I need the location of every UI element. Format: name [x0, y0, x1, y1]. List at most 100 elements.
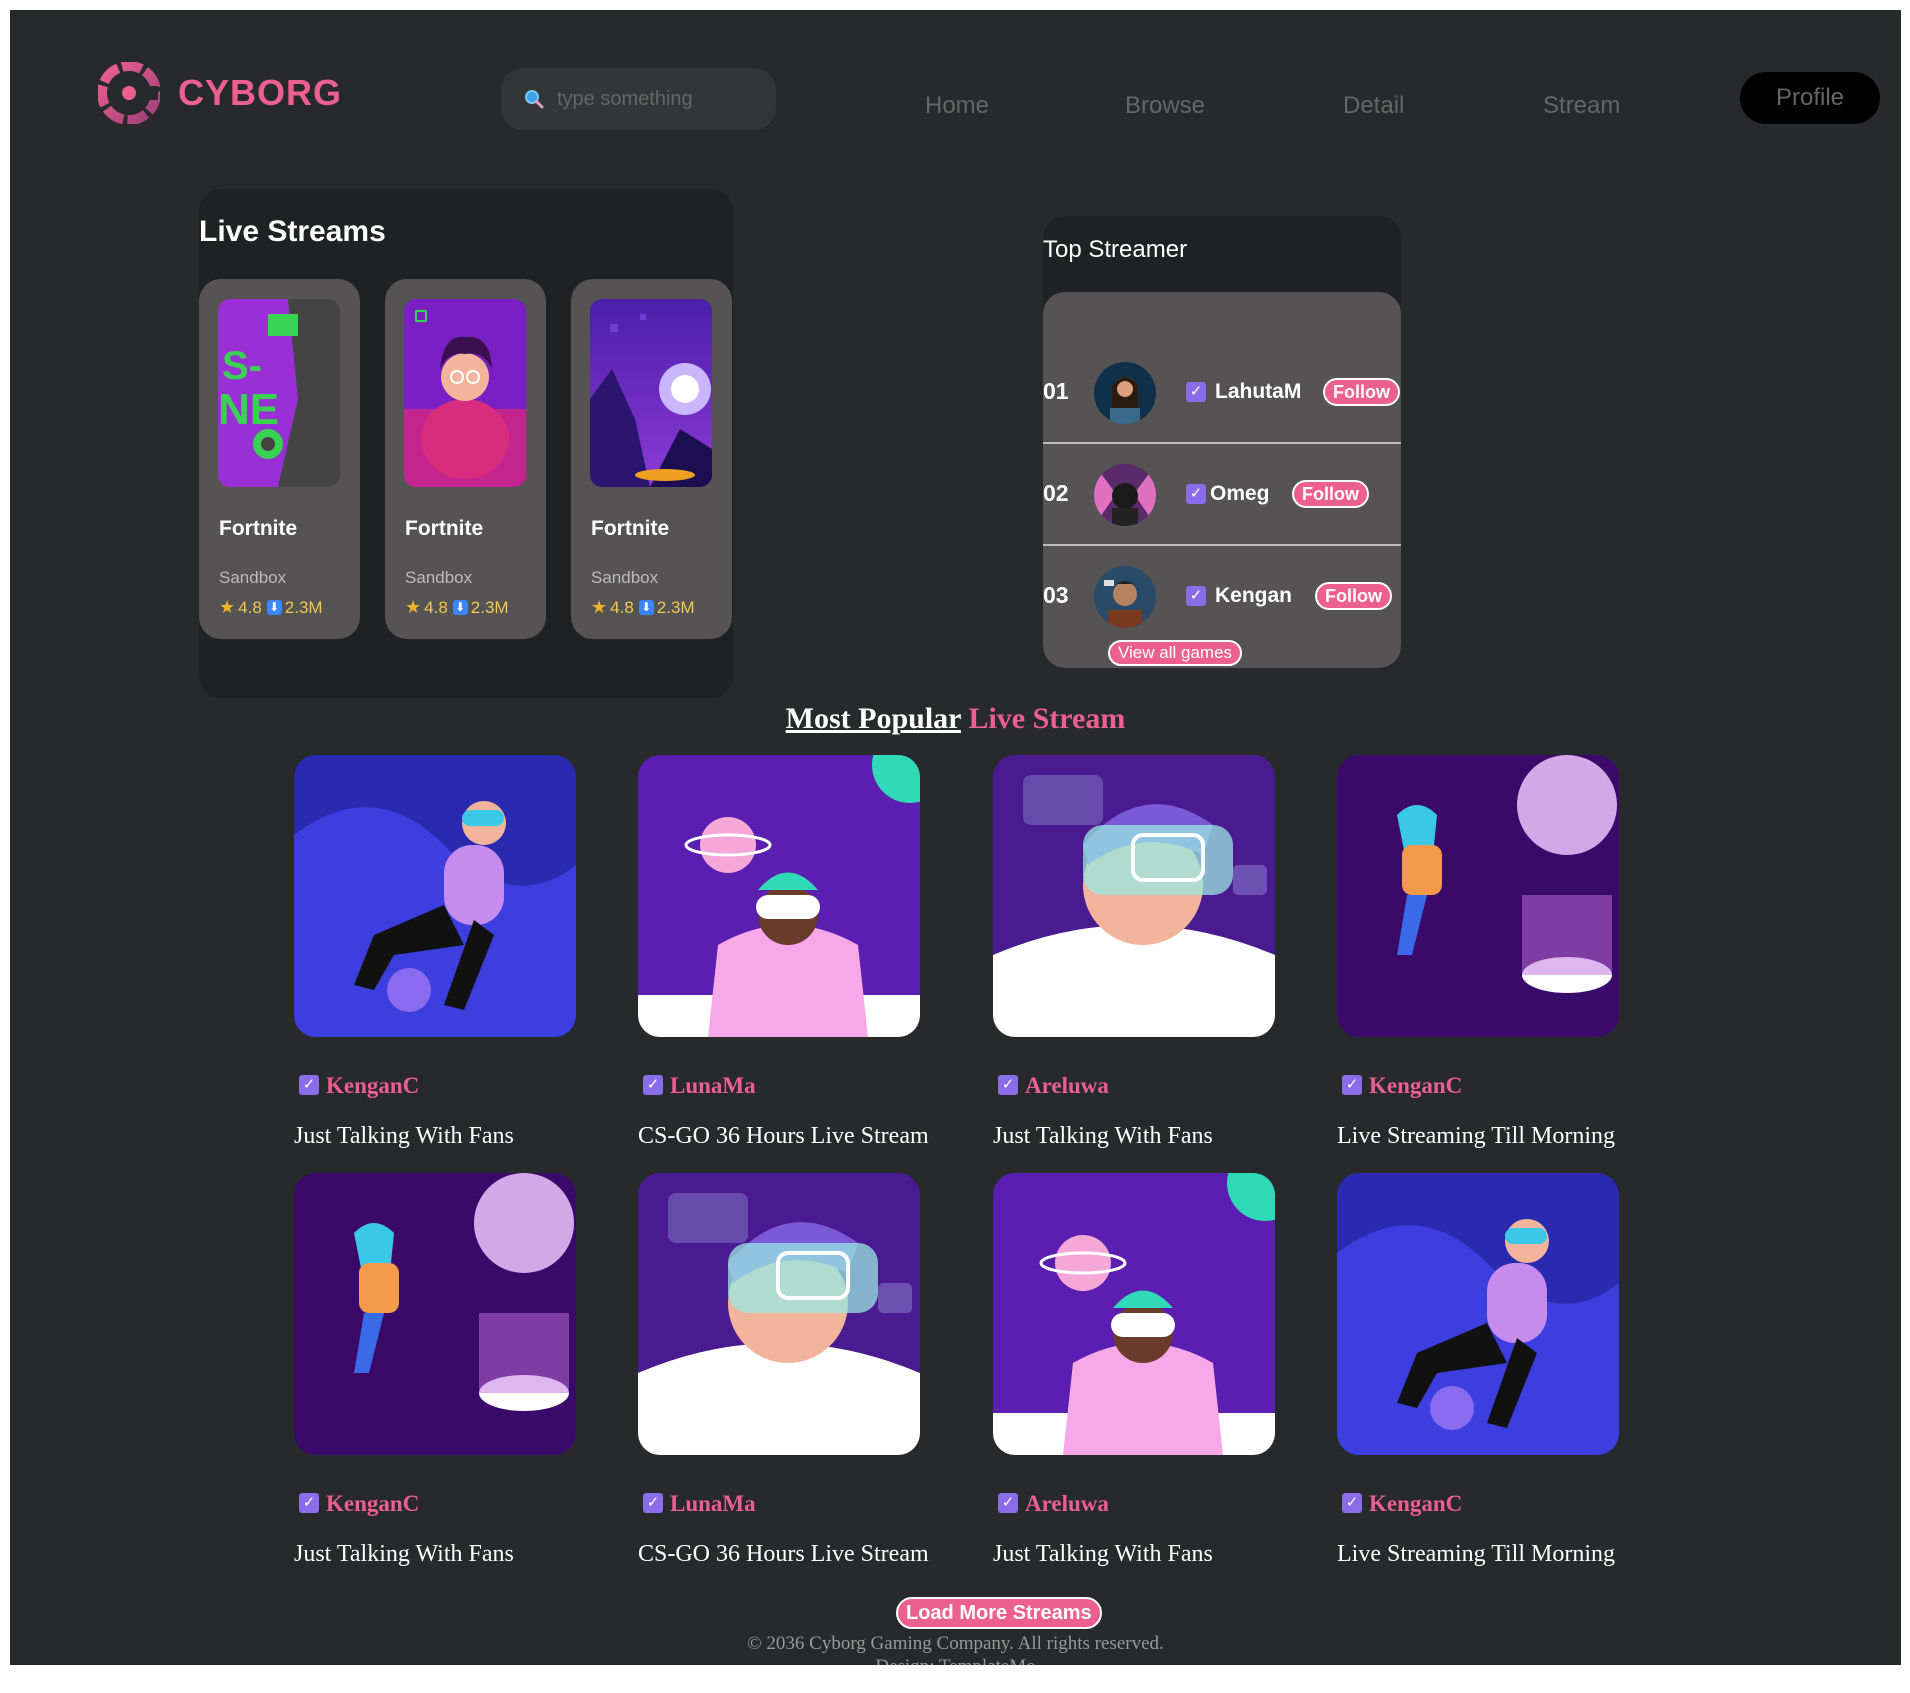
verified-check-icon: ✓ [299, 1075, 319, 1095]
stream-thumbnail [993, 755, 1275, 1037]
logo-text: CYBORG [178, 72, 343, 113]
streamer-name[interactable]: Areluwa [1025, 1073, 1109, 1099]
search-box[interactable] [501, 68, 776, 130]
footer-design-credit[interactable]: Design: TemplateMo [10, 1655, 1901, 1665]
popular-stream-card[interactable]: ✓ KenganC Just Talking With Fans [294, 755, 594, 1155]
svg-text:S-: S- [222, 344, 262, 388]
stream-title[interactable]: Just Talking With Fans [294, 1541, 514, 1568]
stream-title[interactable]: Live Streaming Till Morning [1337, 1541, 1615, 1568]
live-stream-thumbnail: S- NE [218, 299, 340, 487]
avatar[interactable] [1094, 566, 1156, 628]
footer: © 2036 Cyborg Gaming Company. All rights… [10, 1632, 1901, 1665]
svg-text:NE: NE [218, 385, 279, 434]
stream-title[interactable]: CS-GO 36 Hours Live Stream [638, 1541, 929, 1568]
stream-title[interactable]: Just Talking With Fans [993, 1541, 1213, 1568]
search-input[interactable] [557, 87, 757, 111]
live-stream-card[interactable]: Fortnite Sandbox ★ 4.8 ⬇ 2.3M [385, 279, 546, 639]
top-streamer-panel: Top Streamer 01 ✓ LahutaM Follow 02 ✓ Om… [1043, 216, 1401, 668]
stream-thumbnail [638, 1173, 920, 1455]
stream-title[interactable]: Just Talking With Fans [294, 1123, 514, 1150]
star-icon: ★ [591, 597, 608, 617]
cyborg-logo-icon [98, 62, 160, 124]
load-more-streams-button[interactable]: Load More Streams [896, 1597, 1102, 1629]
verified-check-icon: ✓ [1186, 586, 1206, 606]
streamer-name[interactable]: KenganC [326, 1491, 419, 1517]
live-streams-panel: Live Streams S- NE Fortnite Sandbox ★ 4.… [199, 189, 733, 698]
avatar[interactable] [1094, 464, 1156, 526]
follow-button[interactable]: Follow [1323, 378, 1400, 406]
profile-button[interactable]: Profile [1740, 72, 1880, 124]
streamer-name: LahutaM [1215, 380, 1302, 403]
live-stream-genre: Sandbox [591, 568, 659, 587]
stream-thumbnail [993, 1173, 1275, 1455]
live-stream-card[interactable]: S- NE Fortnite Sandbox ★ 4.8 ⬇ 2.3M [199, 279, 360, 639]
download-icon: ⬇ [452, 600, 468, 615]
verified-check-icon: ✓ [643, 1075, 663, 1095]
verified-check-icon: ✓ [1186, 382, 1206, 402]
popular-stream-card[interactable]: ✓ KenganC Live Streaming Till Morning [1337, 1173, 1637, 1573]
stream-title[interactable]: Just Talking With Fans [993, 1123, 1213, 1150]
heading-part2: Live Stream [960, 702, 1126, 735]
verified-check-icon: ✓ [299, 1493, 319, 1513]
view-all-games-button[interactable]: View all games [1108, 640, 1243, 666]
live-stream-stats: ★ 4.8 ⬇ 2.3M [405, 597, 509, 618]
popular-stream-card[interactable]: ✓ Areluwa Just Talking With Fans [993, 755, 1293, 1155]
verified-check-icon: ✓ [1186, 484, 1206, 504]
avatar[interactable] [1094, 362, 1156, 424]
streamer-name[interactable]: KenganC [1369, 1073, 1462, 1099]
rating-value: 4.8 [610, 597, 634, 617]
stream-title[interactable]: CS-GO 36 Hours Live Stream [638, 1123, 929, 1150]
live-streams-title: Live Streams [199, 215, 386, 248]
streamer-rank: 02 [1043, 480, 1069, 506]
stream-thumbnail [294, 1173, 576, 1455]
star-icon: ★ [219, 597, 236, 617]
nav-stream[interactable]: Stream [1543, 92, 1620, 120]
stream-thumbnail [294, 755, 576, 1037]
popular-stream-card[interactable]: ✓ Areluwa Just Talking With Fans [993, 1173, 1293, 1573]
divider [1043, 544, 1401, 546]
downloads-value: 2.3M [656, 597, 695, 617]
streamer-row: 01 ✓ LahutaM Follow [1043, 348, 1401, 451]
streamer-name[interactable]: LunaMa [670, 1073, 756, 1099]
streamer-name[interactable]: KenganC [326, 1073, 419, 1099]
top-streamer-title: Top Streamer [1043, 236, 1188, 263]
streamer-name: Kengan [1215, 584, 1293, 607]
nav-browse[interactable]: Browse [1125, 92, 1205, 120]
stream-thumbnail [638, 755, 920, 1037]
live-stream-stats: ★ 4.8 ⬇ 2.3M [591, 597, 695, 618]
page: CYBORG Home Browse Detail Stream Profile… [10, 10, 1901, 1665]
streamer-rank: 01 [1043, 378, 1069, 404]
star-icon: ★ [405, 597, 422, 617]
live-stream-game: Fortnite [591, 517, 670, 540]
popular-stream-card[interactable]: ✓ LunaMa CS-GO 36 Hours Live Stream [638, 1173, 938, 1573]
popular-stream-card[interactable]: ✓ KenganC Just Talking With Fans [294, 1173, 594, 1573]
download-icon: ⬇ [638, 600, 654, 615]
popular-stream-card[interactable]: ✓ KenganC Live Streaming Till Morning [1337, 755, 1637, 1155]
rating-value: 4.8 [238, 597, 262, 617]
rating-value: 4.8 [424, 597, 448, 617]
footer-copyright: © 2036 Cyborg Gaming Company. All rights… [747, 1633, 1164, 1654]
divider [1043, 442, 1401, 444]
search-icon [525, 90, 544, 109]
streamer-row: 02 ✓ Omeg Follow [1043, 450, 1401, 553]
live-stream-genre: Sandbox [405, 568, 473, 587]
nav-detail[interactable]: Detail [1343, 92, 1404, 120]
most-popular-heading: Most Popular Live Stream [10, 702, 1901, 736]
live-stream-game: Fortnite [219, 517, 298, 540]
popular-stream-card[interactable]: ✓ LunaMa CS-GO 36 Hours Live Stream [638, 755, 938, 1155]
logo[interactable]: CYBORG [98, 62, 342, 124]
downloads-value: 2.3M [470, 597, 509, 617]
follow-button[interactable]: Follow [1292, 480, 1369, 508]
nav-home[interactable]: Home [925, 92, 989, 120]
verified-check-icon: ✓ [643, 1493, 663, 1513]
streamer-name[interactable]: LunaMa [670, 1491, 756, 1517]
verified-check-icon: ✓ [1342, 1493, 1362, 1513]
streamer-name[interactable]: Areluwa [1025, 1491, 1109, 1517]
live-stream-card[interactable]: Fortnite Sandbox ★ 4.8 ⬇ 2.3M [571, 279, 732, 639]
follow-button[interactable]: Follow [1315, 582, 1392, 610]
streamer-name[interactable]: KenganC [1369, 1491, 1462, 1517]
verified-check-icon: ✓ [998, 1493, 1018, 1513]
top-streamer-list: 01 ✓ LahutaM Follow 02 ✓ Omeg Follow 03 … [1043, 292, 1401, 668]
verified-check-icon: ✓ [1342, 1075, 1362, 1095]
stream-title[interactable]: Live Streaming Till Morning [1337, 1123, 1615, 1150]
